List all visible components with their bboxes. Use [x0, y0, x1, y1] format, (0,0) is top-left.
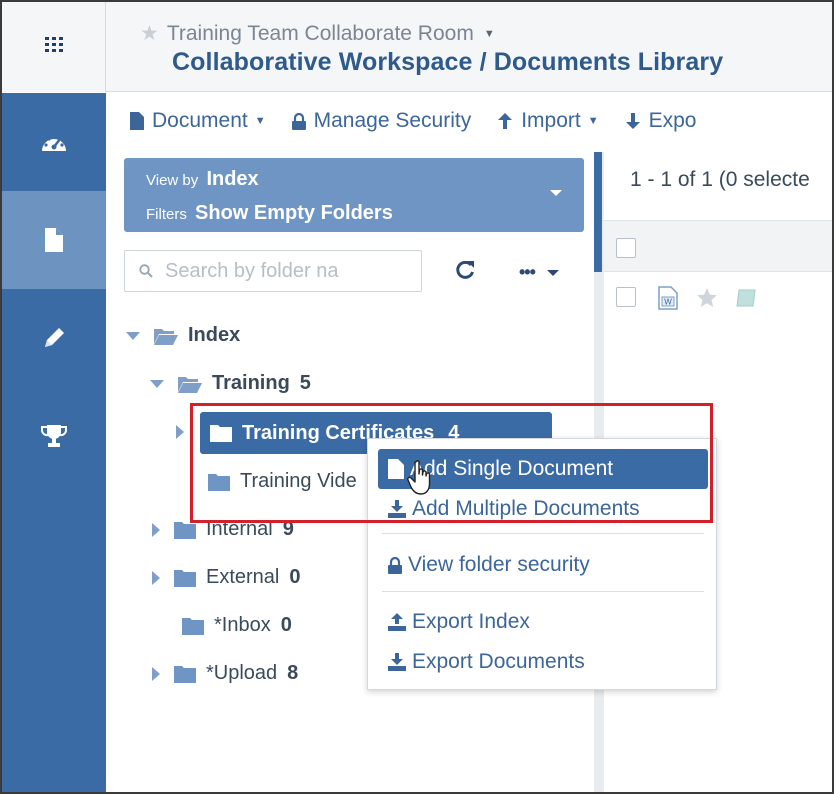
nav-achievements[interactable]: [2, 387, 106, 485]
folder-icon: [174, 521, 196, 539]
tree-node-label: External: [206, 566, 280, 588]
chevron-down-icon[interactable]: [550, 190, 562, 196]
folder-open-icon: [178, 376, 202, 393]
app-launcher[interactable]: [2, 2, 106, 92]
view-by-line: View by Index: [146, 168, 259, 191]
ellipsis-icon: •••: [519, 262, 536, 282]
more-options-menu[interactable]: •••: [519, 262, 559, 283]
hand-pointer-cursor-icon: [407, 460, 431, 495]
dashboard-gauge-icon: [42, 135, 66, 151]
folder-icon: [174, 665, 196, 683]
grid-header: [604, 220, 832, 272]
lock-icon: [388, 556, 402, 574]
folder-open-icon: [154, 328, 178, 345]
tree-node-label: *Inbox: [214, 614, 271, 636]
menu-item-view-folder-security[interactable]: View folder security: [378, 545, 708, 585]
document-count: 5: [299, 372, 311, 394]
filters-line: Filters Show Empty Folders: [146, 202, 393, 225]
left-navigation: [2, 93, 106, 792]
tree-node-label: Training: [212, 372, 290, 394]
room-name[interactable]: Training Team Collaborate Room: [167, 22, 474, 46]
folder-icon: [182, 617, 204, 635]
view-filter-dropdown[interactable]: View by Index Filters Show Empty Folders: [124, 158, 584, 232]
refresh-icon[interactable]: [454, 259, 476, 281]
expand-toggle-icon[interactable]: [126, 331, 140, 340]
nav-dashboard[interactable]: [2, 93, 106, 191]
tree-node-upload[interactable]: *Upload 8: [152, 662, 298, 685]
import-menu-button[interactable]: Import ▼: [497, 109, 599, 133]
tree-node-label: Index: [188, 324, 241, 346]
expand-toggle-icon[interactable]: [152, 570, 160, 585]
filters-value: Show Empty Folders: [195, 202, 393, 224]
menu-divider: [382, 591, 704, 592]
manage-security-button[interactable]: Manage Security: [291, 109, 472, 133]
chevron-down-icon: ▼: [587, 115, 599, 127]
document-icon: [130, 112, 144, 130]
export-menu-button[interactable]: Expo: [625, 109, 697, 133]
menu-item-label: Export Documents: [412, 650, 585, 673]
menu-item-export-index[interactable]: Export Index: [378, 602, 708, 642]
pagination-summary: 1 - 1 of 1 (0 selecte: [630, 168, 810, 191]
favorite-star-icon[interactable]: [696, 287, 718, 309]
export-menu-label: Expo: [648, 109, 697, 132]
table-row[interactable]: W: [658, 286, 776, 310]
filters-prefix: Filters: [146, 206, 187, 223]
page-title: Collaborative Workspace / Documents Libr…: [172, 48, 724, 76]
nav-edit[interactable]: [2, 289, 106, 387]
trophy-icon: [41, 425, 67, 447]
expand-toggle-icon[interactable]: [152, 666, 160, 681]
top-header: ★ Training Team Collaborate Room ▼ Colla…: [2, 2, 832, 92]
folder-icon: [174, 569, 196, 587]
highlight-annotation: [190, 403, 713, 523]
document-menu-button[interactable]: Document ▼: [130, 109, 266, 133]
document-icon: [45, 228, 63, 252]
menu-divider: [382, 533, 704, 534]
room-selector[interactable]: ★ Training Team Collaborate Room ▼: [140, 21, 495, 46]
view-by-prefix: View by: [146, 172, 199, 189]
search-icon: [139, 264, 153, 278]
select-all-checkbox[interactable]: [616, 238, 636, 258]
upload-icon: [388, 613, 406, 631]
view-by-value: Index: [206, 168, 259, 190]
app-window: ★ Training Team Collaborate Room ▼ Colla…: [0, 0, 834, 794]
splitter-handle[interactable]: [594, 152, 602, 272]
chevron-down-icon[interactable]: ▼: [484, 28, 495, 40]
folder-search-box[interactable]: [124, 250, 422, 292]
menu-item-label: Export Index: [412, 610, 530, 633]
document-count: 0: [280, 614, 292, 636]
row-checkbox[interactable]: [616, 287, 636, 307]
main-toolbar: Document ▼ Manage Security Import ▼ Expo: [106, 93, 832, 149]
tree-node-external[interactable]: External 0: [152, 566, 301, 589]
tree-node-inbox[interactable]: *Inbox 0: [182, 614, 292, 637]
download-icon: [388, 653, 406, 671]
chevron-down-icon: ▼: [254, 115, 266, 127]
nav-documents[interactable]: [2, 191, 106, 289]
manage-security-label: Manage Security: [313, 109, 472, 132]
import-menu-label: Import: [521, 109, 581, 132]
word-document-icon[interactable]: W: [658, 286, 678, 310]
arrow-down-icon: [625, 113, 640, 129]
document-menu-label: Document: [152, 109, 248, 132]
menu-item-label: View folder security: [408, 553, 590, 576]
arrow-up-icon: [498, 113, 513, 129]
document-count: 8: [287, 662, 299, 684]
tree-node-training[interactable]: Training 5: [150, 372, 311, 395]
tree-node-label: *Upload: [206, 662, 278, 684]
expand-toggle-icon[interactable]: [176, 425, 184, 439]
lock-icon: [291, 112, 306, 130]
folder-search-input[interactable]: [165, 259, 415, 283]
favorite-star-icon[interactable]: ★: [140, 21, 159, 46]
svg-text:W: W: [664, 298, 672, 307]
apps-grid-icon[interactable]: [45, 37, 63, 52]
menu-item-export-documents[interactable]: Export Documents: [378, 642, 708, 682]
expand-toggle-icon[interactable]: [150, 379, 164, 388]
chevron-down-icon: [546, 269, 559, 276]
document-count: 0: [289, 566, 301, 588]
book-icon[interactable]: [736, 288, 758, 308]
tree-node-index[interactable]: Index: [126, 324, 240, 347]
expand-toggle-icon[interactable]: [152, 522, 160, 537]
pencil-icon: [45, 328, 64, 347]
